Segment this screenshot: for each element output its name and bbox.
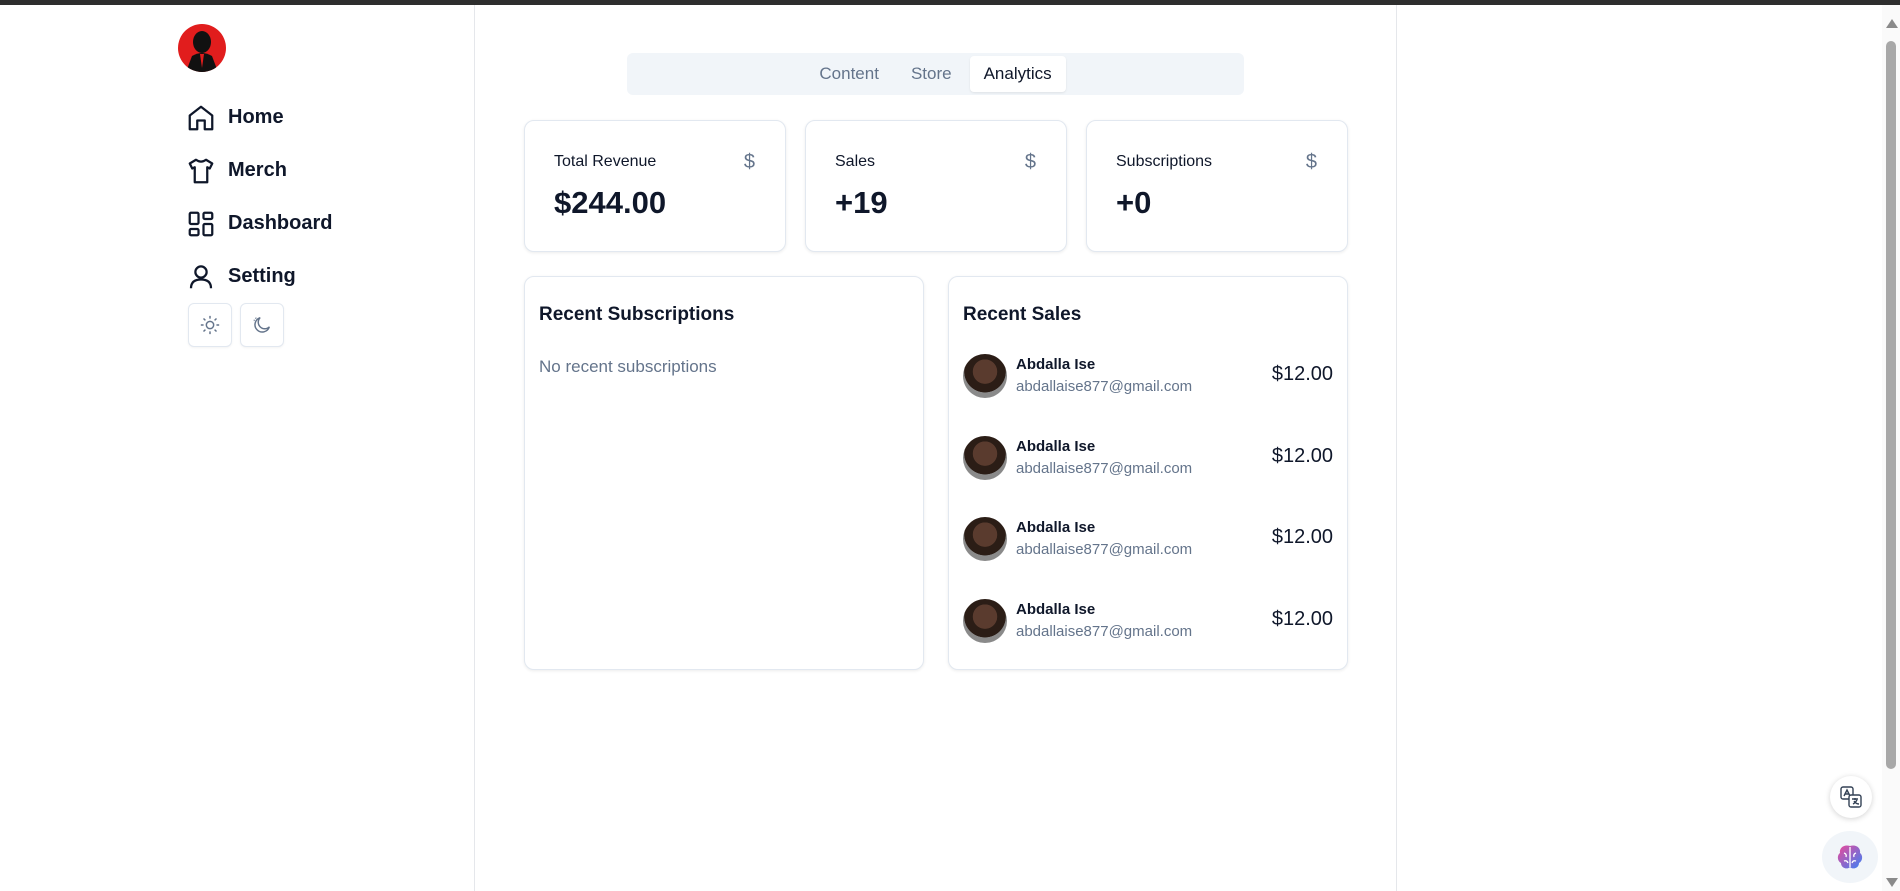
stat-value: +19 bbox=[835, 185, 888, 220]
sale-customer-email: abdallaise877@gmail.com bbox=[1016, 378, 1193, 395]
translate-icon bbox=[1840, 786, 1862, 808]
ai-assistant-button[interactable] bbox=[1822, 831, 1878, 883]
empty-state-text: No recent subscriptions bbox=[539, 357, 717, 376]
dashboard-icon bbox=[188, 211, 214, 236]
stat-card-subscriptions: Subscriptions $ +0 bbox=[1086, 120, 1348, 252]
dollar-icon: $ bbox=[1024, 151, 1036, 173]
tab-analytics[interactable]: Analytics bbox=[969, 56, 1066, 92]
sale-customer-name: Abdalla Ise bbox=[1016, 438, 1096, 455]
stat-card-sales: Sales $ +19 bbox=[805, 120, 1067, 252]
panel-title: Recent Sales bbox=[963, 304, 1082, 325]
stat-value: $244.00 bbox=[554, 185, 667, 220]
scrollbar-thumb[interactable] bbox=[1886, 41, 1896, 769]
sale-row: Abdalla Ise abdallaise877@gmail.com $12.… bbox=[963, 599, 1333, 645]
sale-amount: $12.00 bbox=[1271, 608, 1333, 630]
avatar bbox=[963, 517, 1007, 561]
avatar bbox=[963, 599, 1007, 643]
sidebar-item-label: Home bbox=[228, 106, 284, 128]
sidebar-item-setting[interactable]: Setting bbox=[186, 250, 332, 303]
sidebar-item-dashboard[interactable]: Dashboard bbox=[186, 197, 332, 250]
scroll-up-icon[interactable] bbox=[1886, 19, 1898, 28]
sale-amount: $12.00 bbox=[1271, 526, 1333, 548]
stat-value: +0 bbox=[1116, 185, 1152, 220]
avatar bbox=[963, 354, 1007, 398]
main-right-border bbox=[1396, 5, 1397, 891]
scroll-down-icon[interactable] bbox=[1886, 878, 1898, 887]
dollar-icon: $ bbox=[743, 151, 755, 173]
sale-amount: $12.00 bbox=[1271, 363, 1333, 385]
stat-label: Total Revenue bbox=[554, 153, 657, 170]
sale-customer-email: abdallaise877@gmail.com bbox=[1016, 623, 1193, 640]
stat-label: Sales bbox=[835, 153, 876, 170]
sale-amount: $12.00 bbox=[1271, 445, 1333, 467]
sale-customer-name: Abdalla Ise bbox=[1016, 356, 1096, 373]
home-icon bbox=[188, 105, 214, 130]
avatar bbox=[963, 436, 1007, 480]
recent-sales-card: Recent Sales Abdalla Ise abdallaise877@g… bbox=[948, 276, 1348, 670]
sidebar: Home Merch Dashboard Setting bbox=[0, 5, 475, 891]
moon-icon bbox=[253, 316, 271, 333]
sale-customer-name: Abdalla Ise bbox=[1016, 519, 1096, 536]
sale-customer-email: abdallaise877@gmail.com bbox=[1016, 541, 1193, 558]
recent-subscriptions-card: Recent Subscriptions No recent subscript… bbox=[524, 276, 924, 670]
sale-customer-name: Abdalla Ise bbox=[1016, 601, 1096, 618]
sale-row: Abdalla Ise abdallaise877@gmail.com $12.… bbox=[963, 517, 1333, 563]
page-scrollbar[interactable] bbox=[1882, 5, 1900, 891]
sidebar-nav: Home Merch Dashboard Setting bbox=[186, 91, 332, 303]
dollar-icon: $ bbox=[1305, 151, 1317, 173]
brand-logo[interactable] bbox=[178, 24, 226, 72]
theme-toggle-group bbox=[188, 303, 284, 347]
sun-icon bbox=[200, 315, 220, 335]
sidebar-item-home[interactable]: Home bbox=[186, 91, 332, 144]
brain-icon bbox=[1837, 845, 1863, 869]
tab-bar: Content Store Analytics bbox=[627, 53, 1244, 95]
panel-title: Recent Subscriptions bbox=[539, 304, 735, 325]
stat-label: Subscriptions bbox=[1116, 153, 1213, 170]
shirt-icon bbox=[188, 158, 214, 183]
sale-customer-email: abdallaise877@gmail.com bbox=[1016, 460, 1193, 477]
tab-content[interactable]: Content bbox=[805, 56, 893, 92]
user-icon bbox=[189, 264, 213, 288]
dark-theme-button[interactable] bbox=[240, 303, 284, 347]
sidebar-item-label: Setting bbox=[228, 265, 296, 287]
stat-card-total-revenue: Total Revenue $ $244.00 bbox=[524, 120, 786, 252]
sidebar-item-label: Dashboard bbox=[228, 212, 333, 234]
sale-row: Abdalla Ise abdallaise877@gmail.com $12.… bbox=[963, 354, 1333, 400]
translate-button[interactable] bbox=[1830, 776, 1872, 818]
sidebar-item-merch[interactable]: Merch bbox=[186, 144, 332, 197]
sale-row: Abdalla Ise abdallaise877@gmail.com $12.… bbox=[963, 436, 1333, 482]
light-theme-button[interactable] bbox=[188, 303, 232, 347]
sidebar-item-label: Merch bbox=[228, 159, 287, 181]
tab-store[interactable]: Store bbox=[897, 56, 966, 92]
